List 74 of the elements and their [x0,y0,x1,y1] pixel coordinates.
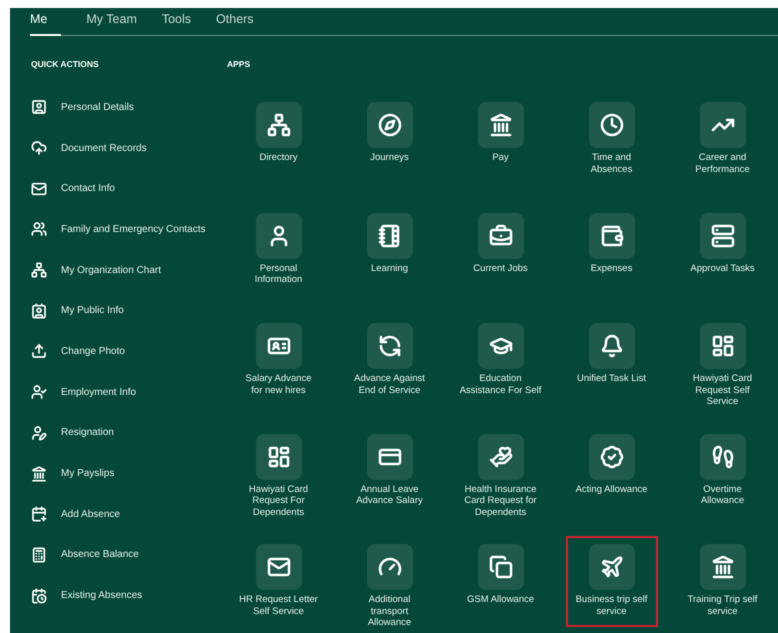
airplane-icon [600,555,624,580]
envelope-icon [31,180,47,197]
app-tile[interactable]: Salary Advance for new hires [232,315,324,406]
person-icon [31,99,47,116]
app-tile[interactable]: Journeys [344,94,436,185]
briefcase-icon [488,224,512,248]
bank-icon [31,466,47,482]
tab[interactable]: Tools [162,8,192,36]
app-tile[interactable]: Current Jobs [454,204,546,296]
calendar-plus-icon [31,506,47,522]
quick-action-link[interactable]: My Payslips [31,453,114,494]
app-tile[interactable]: Acting Allowance [566,426,658,517]
quick-action-link[interactable]: Existing Absences [31,575,142,616]
app-tile[interactable]: Advance Against End of Service [344,315,436,406]
card-layout-icon [710,334,734,358]
envelope-icon [266,555,290,580]
app-tile[interactable]: Business trip self service [566,536,658,628]
quick-action-link[interactable]: Document Records [31,128,147,168]
app-tile[interactable]: Time and Absences [566,94,658,185]
people-icon [31,221,47,238]
quick-action-link[interactable]: My Public Info [31,290,124,332]
id-card-icon [31,302,47,319]
notebook-icon [378,224,402,248]
app-tile[interactable]: Approval Tasks [676,204,768,296]
quick-action-link[interactable]: Personal Details [31,87,134,128]
app-tile[interactable]: Overtime Allowance [676,426,768,517]
app-tile[interactable]: Hawiyati Card Request For Dependents [232,426,324,517]
app-tile[interactable]: HR Request Letter Self Service [232,536,324,628]
app-tile[interactable]: Unified Task List [566,315,658,406]
app-tile[interactable]: Health Insurance Card Request for Dependents [454,426,546,517]
bell-icon [600,334,624,358]
quick-action-link[interactable]: Add Absence [31,494,120,535]
person-check-icon [31,384,47,400]
card-layout-icon [266,444,290,469]
clock-icon [600,113,624,137]
quick-action-link[interactable]: Employment Info [31,372,136,412]
person-pen-icon [31,424,47,441]
quick-action-link[interactable]: Family and Emergency Contacts [31,209,206,250]
quick-action-link[interactable]: Resignation [31,412,114,454]
cycle-icon [378,334,402,358]
section-heading: QUICK ACTIONS [31,58,99,70]
app-tile[interactable]: Hawiyati Card Request Self Service [676,315,768,406]
app-tile[interactable]: Additional transport Allowance [344,536,436,628]
app-tile[interactable]: Pay [454,94,546,185]
org-chart-icon [266,113,290,137]
app-tile[interactable]: Learning [344,204,436,296]
app-tile[interactable]: Training Trip self service [676,536,768,628]
compass-icon [378,113,402,137]
pages-icon [488,555,512,580]
upload-icon [31,343,47,360]
app-tile[interactable]: Expenses [566,204,658,296]
app-tile[interactable]: Personal Information [232,204,324,296]
app-tile[interactable]: Education Assistance For Self [454,315,546,406]
stack-icon [710,224,734,248]
app-tile[interactable]: Annual Leave Advance Salary [344,426,436,517]
section-heading: APPS [227,58,250,70]
app-tile[interactable]: Career and Performance [676,94,768,185]
calendar-clock-icon [31,588,47,604]
calculator-icon [31,546,47,563]
wallet-icon [600,224,624,248]
tab[interactable]: My Team [86,8,137,36]
hands-heart-icon [488,444,512,469]
app-tile[interactable]: Directory [232,94,324,185]
quick-action-link[interactable]: Change Photo [31,331,125,372]
quick-action-link[interactable]: My Organization Chart [31,250,162,290]
tab[interactable]: Others [216,8,254,36]
app-tile[interactable]: GSM Allowance [454,536,546,628]
org-chart-icon [31,262,47,278]
bank-icon [710,555,734,580]
quick-action-link[interactable]: Contact Info [31,168,115,210]
quick-action-link[interactable]: Absence Balance [31,534,139,576]
tab[interactable]: Me [30,8,62,36]
bank-icon [488,113,512,137]
badge-icon [600,444,624,469]
